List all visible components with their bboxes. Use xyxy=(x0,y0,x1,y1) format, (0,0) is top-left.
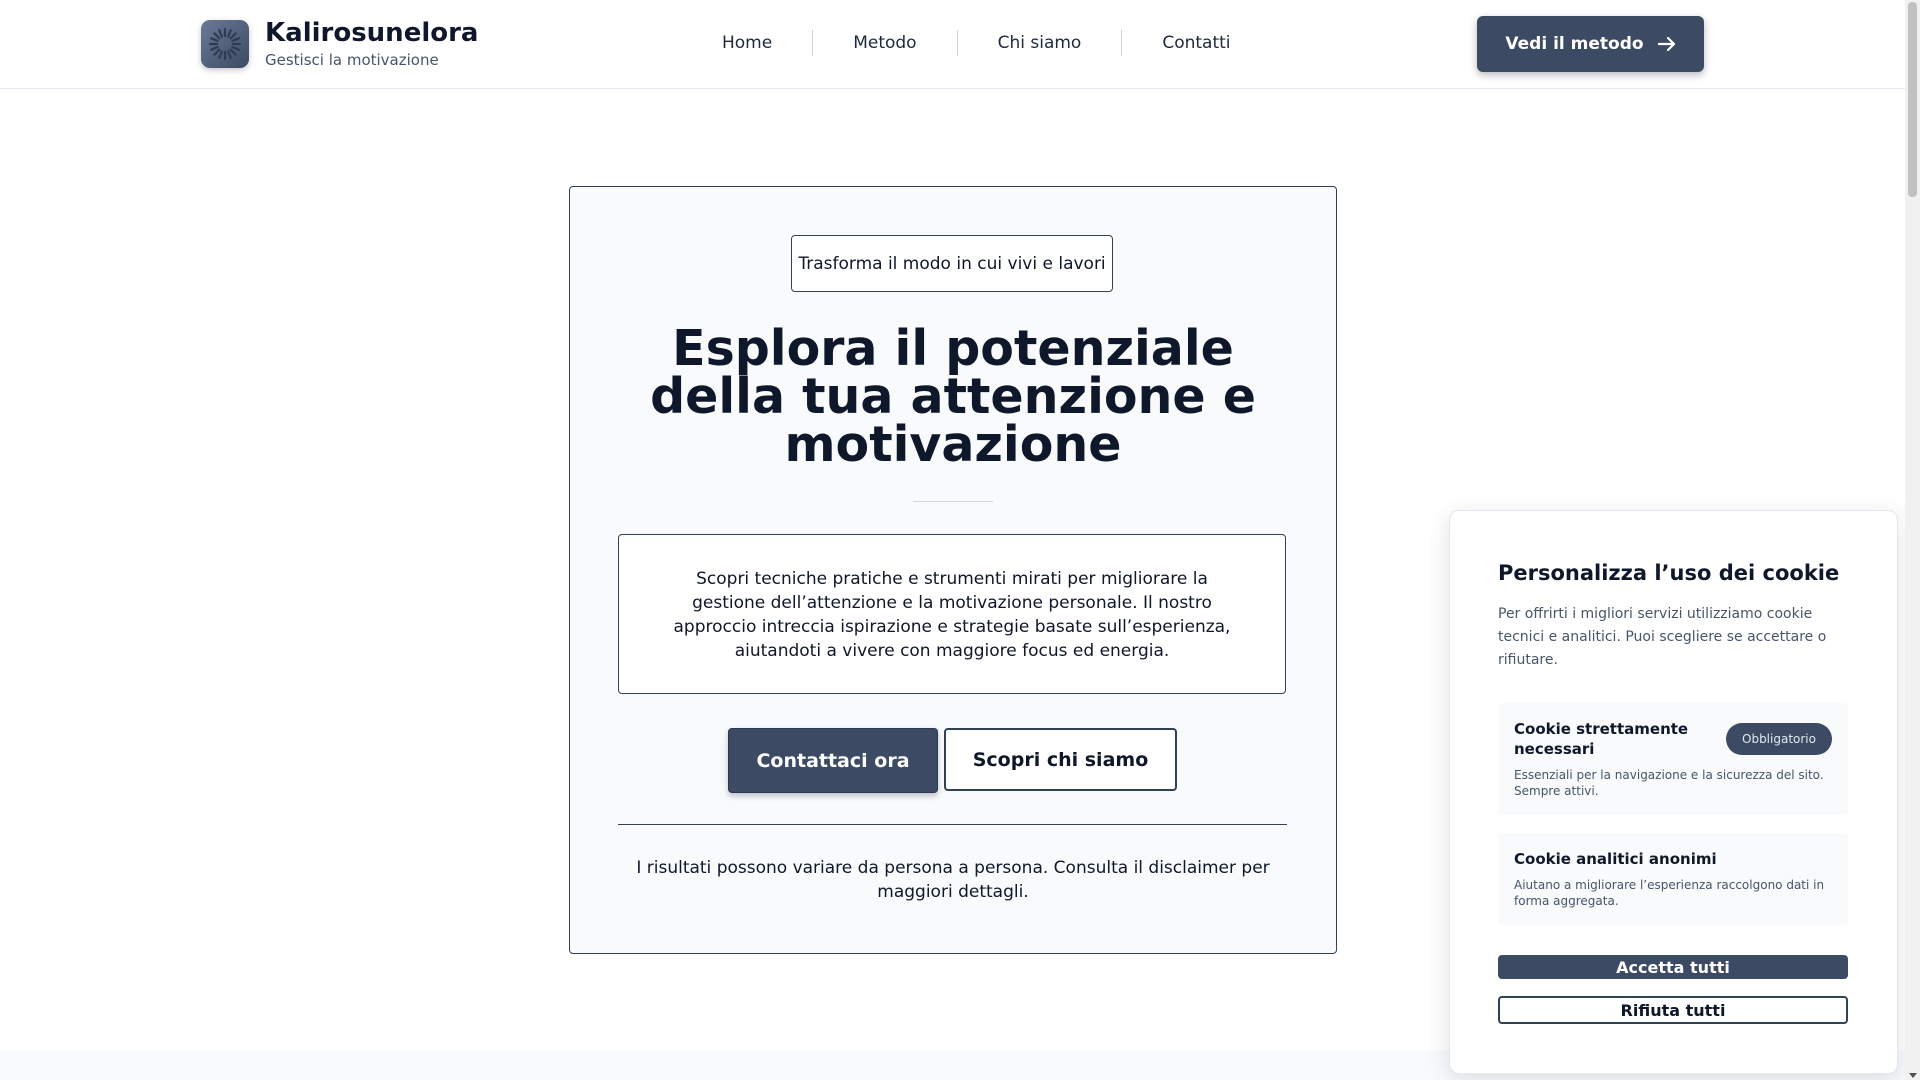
necessary-title: Cookie strettamente necessari xyxy=(1514,720,1689,758)
site-header: Kalirosunelora Gestisci la motivazione H… xyxy=(0,0,1905,89)
hero-description: Scopri tecniche pratiche e strumenti mir… xyxy=(618,534,1286,694)
required-badge: Obbligatorio xyxy=(1726,723,1832,755)
about-us-button[interactable]: Scopri chi siamo xyxy=(944,728,1177,791)
nav-item-metodo[interactable]: Metodo xyxy=(813,28,956,58)
hero-card: Trasforma il modo in cui vivi e lavori E… xyxy=(569,186,1337,954)
scroll-down-arrow-icon[interactable] xyxy=(1909,1073,1917,1078)
nav-item-chi-siamo[interactable]: Chi siamo xyxy=(958,28,1122,58)
analytics-title: Cookie analitici anonimi xyxy=(1514,850,1717,868)
cookie-option-analytics[interactable]: Cookie analitici anonimi Aiutano a migli… xyxy=(1498,833,1848,925)
card-divider xyxy=(618,824,1287,825)
accept-all-button[interactable]: Accetta tutti xyxy=(1498,955,1848,979)
brand-tagline: Gestisci la motivazione xyxy=(265,51,439,69)
page-scrollbar[interactable] xyxy=(1905,0,1920,1080)
see-method-button[interactable]: Vedi il metodo xyxy=(1477,16,1704,72)
sunburst-logo-icon xyxy=(201,20,249,68)
brand-text: Kalirosunelora Gestisci la motivazione xyxy=(265,19,478,69)
main-nav: Home Metodo Chi siamo Contatti xyxy=(682,28,1271,58)
see-method-label: Vedi il metodo xyxy=(1505,34,1644,54)
analytics-description: Aiutano a migliorare l’esperienza raccol… xyxy=(1514,878,1825,908)
contact-now-button[interactable]: Contattaci ora xyxy=(728,728,938,793)
cookie-panel: Personalizza l’uso dei cookie Per offrir… xyxy=(1449,510,1898,1074)
arrow-right-icon xyxy=(1657,37,1676,51)
title-divider xyxy=(913,501,993,502)
hero-eyebrow: Trasforma il modo in cui vivi e lavori xyxy=(791,235,1113,292)
reject-all-button[interactable]: Rifiuta tutti xyxy=(1498,996,1848,1024)
brand-name: Kalirosunelora xyxy=(265,18,479,48)
disclaimer-text: I risultati possono variare da persona a… xyxy=(636,858,1270,902)
nav-item-contatti[interactable]: Contatti xyxy=(1122,28,1270,58)
scrollbar-thumb[interactable] xyxy=(1908,2,1917,197)
brand[interactable]: Kalirosunelora Gestisci la motivazione xyxy=(201,19,478,69)
cookie-title: Personalizza l’uso dei cookie xyxy=(1498,561,1840,585)
cookie-intro: Per offrirti i migliori servizi utilizzi… xyxy=(1498,606,1827,668)
hero-title: Esplora il potenziale della tua attenzio… xyxy=(650,320,1256,473)
cookie-option-necessary: Cookie strettamente necessari Obbligator… xyxy=(1498,703,1848,815)
necessary-description: Essenziali per la navigazione e la sicur… xyxy=(1514,768,1824,798)
nav-item-home[interactable]: Home xyxy=(682,28,812,58)
